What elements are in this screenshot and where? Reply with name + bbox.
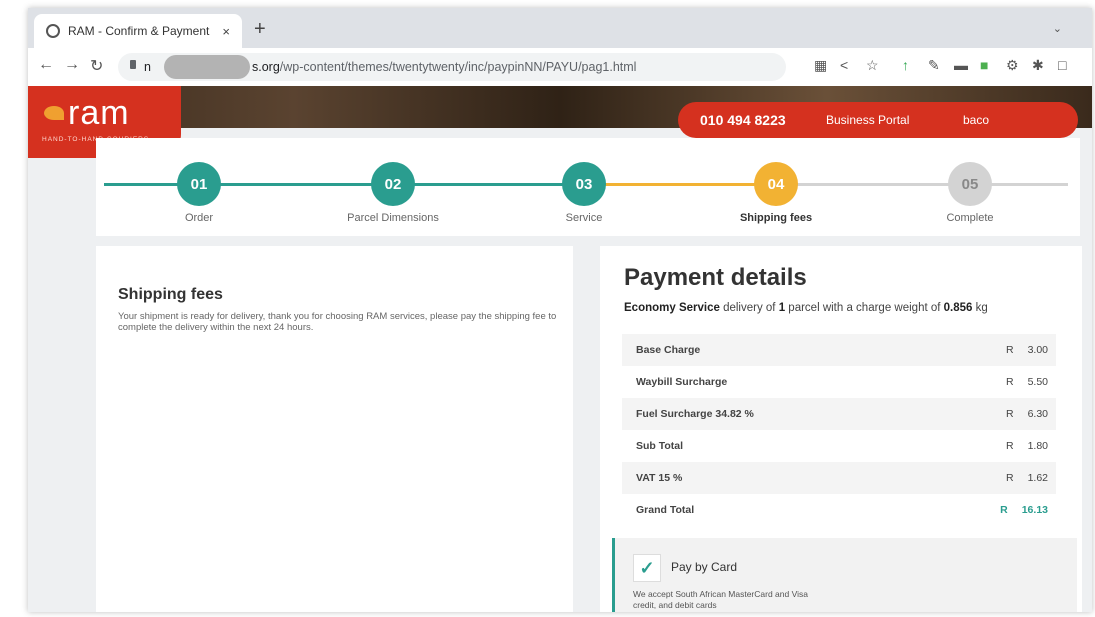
charge-row: VAT 15 % R 1.62	[622, 462, 1056, 494]
back-arrow-icon[interactable]: ←	[38, 56, 54, 74]
charge-label: Grand Total	[636, 504, 695, 516]
user-link[interactable]: baco	[963, 113, 989, 127]
payment-details-title: Payment details	[624, 264, 807, 291]
puzzle-icon[interactable]: ✱	[1032, 57, 1044, 74]
charges-table: Base Charge R 3.00 Waybill Surcharge R 5.5…	[622, 334, 1056, 526]
tab-search-chevron-icon[interactable]: ⌄	[1053, 22, 1062, 35]
progress-stepper: 01 Order 02 Parcel Dimensions 03 Service…	[96, 138, 1080, 236]
charge-label: Base Charge	[636, 344, 701, 356]
service-description: Economy Service delivery of 1 parcel wit…	[624, 302, 988, 314]
bookmark-star-icon[interactable]: ☆	[866, 57, 879, 74]
tab-title: RAM - Confirm & Payment	[68, 24, 210, 38]
charge-amount: R 1.80	[1005, 440, 1048, 452]
phone-number[interactable]: 010 494 8223	[700, 112, 786, 128]
weight-unit: kg	[972, 302, 988, 314]
charge-row: Base Charge R 3.00	[622, 334, 1056, 366]
step-3-label: Service	[565, 212, 603, 224]
extension-pen-icon[interactable]: ✎	[928, 57, 940, 74]
step-5-label: Complete	[946, 212, 994, 224]
reload-icon[interactable]: ↻	[90, 56, 103, 76]
translate-icon[interactable]: ▦	[814, 57, 827, 74]
url-text: s.org/wp-content/themes/twentytwenty/inc…	[252, 60, 636, 74]
extension-link-icon[interactable]: ▬	[954, 57, 968, 73]
extension-arrow-icon[interactable]: ↑	[902, 57, 909, 73]
tab-close-icon[interactable]: ×	[222, 24, 230, 39]
step-3-circle: 03	[562, 162, 606, 206]
shipping-message: Your shipment is ready for delivery, tha…	[118, 311, 557, 333]
step-5-circle: 05	[948, 162, 992, 206]
extension-lock-icon[interactable]: ■	[980, 57, 988, 73]
stepper-line-pending	[776, 183, 1068, 186]
shipping-fees-panel: Shipping fees Your shipment is ready for…	[96, 246, 573, 612]
logo-text: ram	[68, 94, 130, 132]
step-4-label: Shipping fees	[739, 212, 813, 224]
url-prefix: n	[144, 60, 151, 74]
browser-tab[interactable]: RAM - Confirm & Payment ×	[34, 14, 242, 48]
charge-label: Sub Total	[636, 440, 684, 452]
check-icon[interactable]: ✓	[633, 554, 661, 582]
step-4-circle: 04	[754, 162, 798, 206]
charge-amount: R 6.30	[1005, 408, 1048, 420]
service-name: Economy Service	[624, 302, 720, 314]
grand-total-row: Grand Total R 16.13	[622, 494, 1056, 526]
charge-label: VAT 15 %	[636, 472, 683, 484]
grand-total-amount: R 16.13	[1000, 504, 1048, 516]
step-1-label: Order	[184, 212, 214, 224]
top-contact-bar: 010 494 8223 Business Portal baco	[678, 102, 1078, 138]
charge-label: Fuel Surcharge 34.82 %	[636, 408, 754, 420]
address-bar-row: ← → ↻ n s.org/wp-content/themes/twentytw…	[28, 48, 1092, 87]
logo-mark-icon	[44, 106, 64, 120]
charge-amount: R 1.62	[1005, 472, 1048, 484]
stepper-line-done	[104, 183, 584, 186]
charge-row: Waybill Surcharge R 5.50	[622, 366, 1056, 398]
shipping-fees-title: Shipping fees	[118, 286, 223, 303]
web-page: ram HAND-TO-HAND COURIERS 010 494 8223 B…	[28, 86, 1092, 612]
address-bar[interactable]: n s.org/wp-content/themes/twentytwenty/i…	[118, 53, 786, 81]
charge-label: Waybill Surcharge	[636, 376, 728, 388]
charge-row: Sub Total R 1.80	[622, 430, 1056, 462]
pay-by-card-label: Pay by Card	[671, 560, 738, 574]
pay-by-card-option[interactable]: ✓ Pay by Card We accept South African Ma…	[612, 538, 1077, 612]
charge-amount: R 3.00	[1005, 344, 1048, 356]
desc-mid: delivery of	[719, 302, 779, 314]
tab-strip: RAM - Confirm & Payment × + ⌄	[28, 8, 1092, 48]
stepper-line-active	[584, 183, 776, 186]
lock-icon	[130, 60, 136, 69]
desc-tail: parcel with a charge weight of	[785, 302, 944, 314]
payment-details-panel: Payment details Economy Service delivery…	[600, 246, 1082, 612]
redacted-url-blur	[164, 55, 250, 79]
globe-icon	[46, 24, 60, 38]
new-tab-icon[interactable]: +	[254, 18, 266, 41]
url-path: /wp-content/themes/twentytwenty/inc/payp…	[279, 60, 637, 74]
charge-amount: R 5.50	[1005, 376, 1048, 388]
extension-gear-icon[interactable]: ⚙	[1006, 57, 1019, 74]
charge-row: Fuel Surcharge 34.82 % R 6.30	[622, 398, 1056, 430]
browser-window: RAM - Confirm & Payment × + ⌄ ← → ↻ n s.…	[28, 8, 1092, 612]
business-portal-link[interactable]: Business Portal	[826, 113, 909, 127]
card-acceptance-note: We accept South African MasterCard and V…	[633, 589, 808, 610]
url-domain-suffix: s.org	[252, 60, 280, 74]
forward-arrow-icon[interactable]: →	[64, 56, 80, 74]
step-2-circle: 02	[371, 162, 415, 206]
charge-weight: 0.856	[943, 302, 973, 314]
step-2-label: Parcel Dimensions	[347, 212, 439, 224]
step-1-circle: 01	[177, 162, 221, 206]
side-panel-icon[interactable]: □	[1058, 57, 1066, 73]
share-icon[interactable]: <	[840, 57, 848, 73]
